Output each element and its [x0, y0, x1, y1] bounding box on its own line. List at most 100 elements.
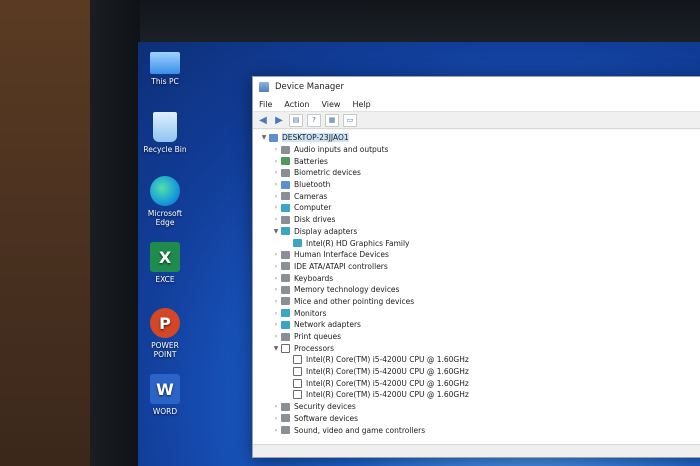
tree-item[interactable]: › Batteries	[259, 155, 700, 167]
desktop-icon-powerpoint[interactable]: P POWER POINT	[138, 308, 192, 359]
desktop-icon-label: WORD	[152, 407, 178, 416]
back-arrow-icon[interactable]: ◀	[257, 115, 269, 126]
tree-item-label: Computer	[294, 203, 332, 213]
device-category-icon	[281, 215, 290, 224]
tree-item[interactable]: › Cameras	[259, 190, 700, 202]
expand-chevron-icon[interactable]: ›	[271, 251, 281, 258]
tree-item-label: Keyboards	[294, 273, 334, 283]
tree-item-label: Audio inputs and outputs	[294, 145, 389, 155]
menu-view[interactable]: View	[321, 100, 340, 109]
properties-icon[interactable]: ▤	[289, 113, 303, 127]
device-category-icon	[281, 332, 290, 341]
expand-chevron-icon[interactable]: ›	[271, 275, 281, 282]
collapse-chevron-icon[interactable]: ▼	[259, 134, 269, 141]
expand-chevron-icon[interactable]: ›	[271, 193, 281, 200]
tree-item[interactable]: › Print queues	[259, 331, 700, 343]
tree-item[interactable]: › Disk drives	[259, 214, 700, 226]
device-tree: ▼ DESKTOP-23JJAO1 › Audio inputs and outp…	[253, 130, 700, 457]
photo-background-left	[0, 0, 90, 466]
tree-item-label: Cameras	[294, 191, 328, 201]
menu-action[interactable]: Action	[284, 100, 309, 109]
show-hidden-icon[interactable]: ▦	[325, 113, 339, 127]
tree-item[interactable]: › Keyboards	[259, 272, 700, 284]
expand-chevron-icon[interactable]: ›	[271, 403, 281, 410]
device-manager-icon	[259, 82, 269, 92]
tree-child-item[interactable]: Intel(R) Core(TM) i5-4200U CPU @ 1.60GHz	[259, 366, 700, 378]
title-bar[interactable]: Device Manager	[253, 77, 700, 97]
tree-item[interactable]: › Memory technology devices	[259, 284, 700, 296]
tree-item[interactable]: › Biometric devices	[259, 167, 700, 179]
tree-item[interactable]: › Mice and other pointing devices	[259, 296, 700, 308]
device-category-icon	[281, 274, 290, 283]
tree-child-item[interactable]: Intel(R) Core(TM) i5-4200U CPU @ 1.60GHz	[259, 389, 700, 401]
window-title: Device Manager	[275, 82, 345, 92]
tree-root[interactable]: ▼ DESKTOP-23JJAO1	[259, 132, 700, 144]
tree-item[interactable]: › Computer	[259, 202, 700, 214]
display-adapter-icon	[293, 239, 302, 248]
tree-item-label: Print queues	[294, 332, 342, 342]
monitor-icon[interactable]: ▭	[343, 113, 357, 127]
tree-item[interactable]: › Software devices	[259, 413, 700, 425]
device-category-icon	[281, 402, 290, 411]
tree-item[interactable]: › Security devices	[259, 401, 700, 413]
collapse-chevron-icon[interactable]: ▼	[271, 228, 281, 235]
tree-item[interactable]: › Audio inputs and outputs	[259, 144, 700, 156]
expand-chevron-icon[interactable]: ›	[271, 321, 281, 328]
device-category-icon	[281, 262, 290, 271]
expand-chevron-icon[interactable]: ›	[271, 286, 281, 293]
expand-chevron-icon[interactable]: ›	[271, 146, 281, 153]
desktop-icon-edge[interactable]: Microsoft Edge	[138, 176, 192, 227]
desktop-icon-recycle-bin[interactable]: Recycle Bin	[138, 112, 192, 154]
tree-item[interactable]: › Monitors	[259, 307, 700, 319]
tree-item-label: Security devices	[294, 402, 356, 412]
recycle-bin-icon	[153, 112, 177, 142]
help-icon[interactable]: ?	[307, 113, 321, 127]
desktop-icon-word[interactable]: W WORD	[138, 374, 192, 416]
tree-item[interactable]: › Network adapters	[259, 319, 700, 331]
tree-item-label: Mice and other pointing devices	[294, 296, 415, 306]
desktop-icon-excel[interactable]: X EXCE	[138, 242, 192, 284]
tree-child-label: Intel(R) Core(TM) i5-4200U CPU @ 1.60GHz	[306, 390, 469, 400]
expand-chevron-icon[interactable]: ›	[271, 298, 281, 305]
tree-child-item[interactable]: Intel(R) Core(TM) i5-4200U CPU @ 1.60GHz	[259, 377, 700, 389]
expand-chevron-icon[interactable]: ›	[271, 333, 281, 340]
forward-arrow-icon[interactable]: ▶	[273, 115, 285, 126]
tree-item[interactable]: › IDE ATA/ATAPI controllers	[259, 261, 700, 273]
menu-file[interactable]: File	[259, 100, 272, 109]
device-category-icon	[281, 320, 290, 329]
expand-chevron-icon[interactable]: ›	[271, 427, 281, 434]
expand-chevron-icon[interactable]: ›	[271, 169, 281, 176]
expand-chevron-icon[interactable]: ›	[271, 415, 281, 422]
expand-chevron-icon[interactable]: ›	[271, 310, 281, 317]
computer-icon	[269, 133, 278, 142]
expand-chevron-icon[interactable]: ›	[271, 158, 281, 165]
tree-item[interactable]: › Sound, video and game controllers	[259, 424, 700, 436]
device-category-icon	[281, 297, 290, 306]
expand-chevron-icon[interactable]: ›	[271, 181, 281, 188]
device-category-icon	[281, 157, 290, 166]
menu-help[interactable]: Help	[352, 100, 370, 109]
tree-child-label: Intel(R) Core(TM) i5-4200U CPU @ 1.60GHz	[306, 378, 469, 388]
tree-item[interactable]: › Human Interface Devices	[259, 249, 700, 261]
tree-item[interactable]: › Bluetooth	[259, 179, 700, 191]
tree-item-label: Network adapters	[294, 320, 361, 330]
tree-child-item[interactable]: Intel(R) HD Graphics Family	[259, 237, 700, 249]
device-category-icon	[281, 414, 290, 423]
collapse-chevron-icon[interactable]: ▼	[271, 345, 281, 352]
device-category-icon	[281, 343, 290, 353]
tree-item-label: Memory technology devices	[294, 285, 400, 295]
expand-chevron-icon[interactable]: ›	[271, 204, 281, 211]
device-category-icon	[281, 250, 290, 259]
tree-child-label: Intel(R) Core(TM) i5-4200U CPU @ 1.60GHz	[306, 355, 469, 365]
tree-item[interactable]: ▼ Processors	[259, 342, 700, 354]
horizontal-scrollbar[interactable]	[253, 444, 700, 457]
desktop-icon-this-pc[interactable]: This PC	[138, 46, 192, 86]
device-category-icon	[281, 285, 290, 294]
expand-chevron-icon[interactable]: ›	[271, 263, 281, 270]
tree-child-item[interactable]: Intel(R) Core(TM) i5-4200U CPU @ 1.60GHz	[259, 354, 700, 366]
expand-chevron-icon[interactable]: ›	[271, 216, 281, 223]
this-pc-icon	[150, 52, 180, 74]
tree-item[interactable]: ▼ Display adapters	[259, 226, 700, 238]
device-category-icon	[281, 145, 290, 154]
tree-root-label: DESKTOP-23JJAO1	[282, 133, 349, 143]
